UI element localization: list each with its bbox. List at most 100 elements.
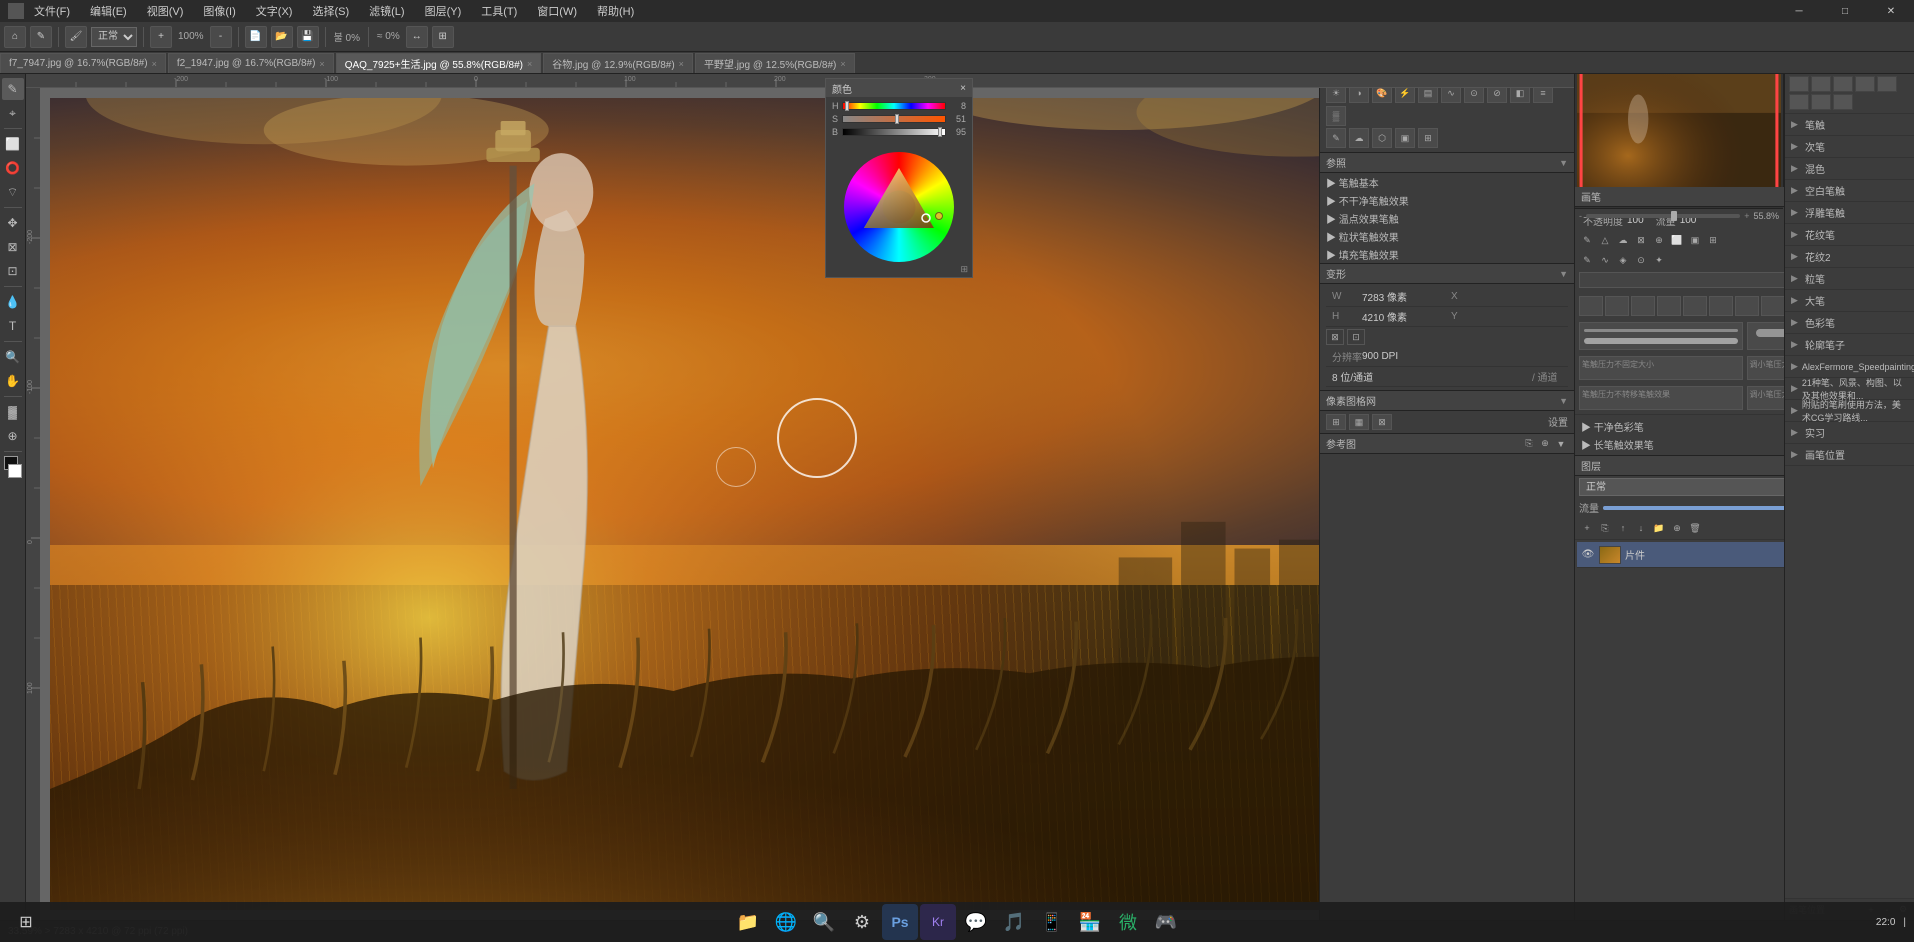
bl-item-空白笔触[interactable]: ▶ 空白笔触	[1785, 180, 1914, 202]
new-button[interactable]: 📄	[245, 26, 267, 48]
mode-select[interactable]: 正常	[91, 27, 137, 47]
brush-action-6[interactable]: ⬜	[1669, 232, 1685, 248]
color-panel-header[interactable]: 颜色 ×	[826, 79, 972, 97]
brightness-track[interactable]	[842, 128, 946, 136]
aspect-lock-2[interactable]: ⊡	[1347, 329, 1365, 345]
bl-preset-5[interactable]	[1877, 76, 1897, 92]
brush-preset-6[interactable]	[1709, 296, 1733, 316]
menu-edit[interactable]: 编辑(E)	[86, 1, 131, 21]
zoom-in-button[interactable]: +	[150, 26, 172, 48]
menu-view[interactable]: 视图(V)	[143, 1, 188, 21]
ref-collapse[interactable]: ▼	[1559, 158, 1568, 168]
layer-eye-0[interactable]: 👁	[1581, 548, 1595, 562]
ref-icon-2[interactable]: ⊕	[1538, 437, 1552, 451]
tool-options-button[interactable]: ✎	[30, 26, 52, 48]
color-panel-expand-btn[interactable]: ⊞	[960, 264, 968, 275]
merge-layer-btn[interactable]: ⊕	[1669, 520, 1685, 536]
pg-btn-2[interactable]: ▦	[1349, 414, 1369, 430]
brush-tool-button[interactable]: 🖌	[65, 26, 87, 48]
adj-tool-10[interactable]: ☁	[1349, 128, 1369, 148]
wrap-button[interactable]: ⊞	[432, 26, 454, 48]
pg-settings[interactable]: 设置	[1548, 414, 1568, 430]
bl-preset-7[interactable]	[1811, 94, 1831, 110]
save-button[interactable]: 💾	[297, 26, 319, 48]
gradient-tool[interactable]: ▓	[2, 401, 24, 423]
tab-2-close[interactable]: ×	[527, 59, 532, 69]
navigator-zoom-slider[interactable]	[1586, 214, 1740, 218]
brush-action-1[interactable]: ✎	[1579, 232, 1595, 248]
brush-preset-1[interactable]	[1579, 296, 1603, 316]
taskbar-files[interactable]: 📁	[730, 904, 766, 940]
saturation-thumb[interactable]	[895, 114, 899, 124]
menu-window[interactable]: 窗口(W)	[533, 1, 581, 21]
pixelgrid-collapse[interactable]: ▼	[1559, 396, 1568, 406]
brush-action-9[interactable]: ✎	[1579, 252, 1595, 268]
brightness-thumb[interactable]	[938, 127, 942, 137]
text-tool[interactable]: T	[2, 315, 24, 337]
brush-preset-7[interactable]	[1735, 296, 1759, 316]
taskbar-show-desktop[interactable]: |	[1903, 917, 1906, 928]
bl-item-色彩笔[interactable]: ▶ 色彩笔	[1785, 312, 1914, 334]
eyedropper-tool[interactable]: 💧	[2, 291, 24, 313]
bl-item-大笔[interactable]: ▶ 大笔	[1785, 290, 1914, 312]
pg-btn-1[interactable]: ⊞	[1326, 414, 1346, 430]
pg-btn-3[interactable]: ⊠	[1372, 414, 1392, 430]
bl-preset-3[interactable]	[1833, 76, 1853, 92]
bl-item-轮廓笔子[interactable]: ▶ 轮廓笔子	[1785, 334, 1914, 356]
zoom-out-button[interactable]: -	[210, 26, 232, 48]
tab-2[interactable]: QAQ_7925+生活.jpg @ 55.8%(RGB/8#) ×	[336, 53, 542, 73]
taskbar-search[interactable]: 🔍	[806, 904, 842, 940]
brush-action-3[interactable]: ☁	[1615, 232, 1631, 248]
start-button[interactable]: ⊞	[8, 904, 44, 940]
pan-tool[interactable]: ✋	[2, 370, 24, 392]
brush-action-12[interactable]: ⊙	[1633, 252, 1649, 268]
bl-item-实习[interactable]: ▶ 实习	[1785, 422, 1914, 444]
brush-preset-4[interactable]	[1657, 296, 1681, 316]
menu-image[interactable]: 图像(I)	[199, 1, 239, 21]
brush-action-8[interactable]: ⊞	[1705, 232, 1721, 248]
tab-0-close[interactable]: ×	[152, 59, 157, 69]
menu-filter[interactable]: 滤镜(L)	[365, 1, 408, 21]
taskbar-photoshop[interactable]: Ps	[882, 904, 918, 940]
add-layer-btn[interactable]: +	[1579, 520, 1595, 536]
brush-large-5[interactable]: 笔触压力不转移笔触效果	[1579, 386, 1743, 410]
brush-action-11[interactable]: ◈	[1615, 252, 1631, 268]
taskbar-phone[interactable]: 📱	[1034, 904, 1070, 940]
tab-0[interactable]: f7_7947.jpg @ 16.7%(RGB/8#) ×	[0, 53, 166, 73]
brush-action-4[interactable]: ⊠	[1633, 232, 1649, 248]
menu-select[interactable]: 选择(S)	[308, 1, 353, 21]
background-color[interactable]	[8, 464, 22, 478]
brush-preset-3[interactable]	[1631, 296, 1655, 316]
bl-preset-8[interactable]	[1833, 94, 1853, 110]
tab-1[interactable]: f2_1947.jpg @ 16.7%(RGB/8#) ×	[168, 53, 334, 73]
taskbar-music[interactable]: 🎵	[996, 904, 1032, 940]
bl-item-画笔位置[interactable]: ▶ 画笔位置	[1785, 444, 1914, 466]
transform-collapse[interactable]: ▼	[1559, 269, 1568, 279]
saturation-track[interactable]	[842, 115, 946, 123]
tab-3-close[interactable]: ×	[679, 59, 684, 69]
menu-tools[interactable]: 工具(T)	[477, 1, 521, 21]
duplicate-layer-btn[interactable]: ⎘	[1597, 520, 1613, 536]
menu-help[interactable]: 帮助(H)	[593, 1, 638, 21]
ref-icon-3[interactable]: ▼	[1554, 437, 1568, 451]
brush-action-13[interactable]: ✦	[1651, 252, 1667, 268]
adj-tool-gradient-map[interactable]: ▒	[1326, 106, 1346, 126]
color-panel-close[interactable]: ×	[960, 83, 966, 94]
bl-preset-2[interactable]	[1811, 76, 1831, 92]
bl-item-浮雕[interactable]: ▶ 浮雕笔触	[1785, 202, 1914, 224]
tab-4-close[interactable]: ×	[840, 59, 845, 69]
adj-tool-13[interactable]: ⊞	[1418, 128, 1438, 148]
adj-tool-12[interactable]: ▣	[1395, 128, 1415, 148]
group-layer-btn[interactable]: 📁	[1651, 520, 1667, 536]
color-swatch-fg-bg[interactable]	[2, 456, 24, 478]
tab-3[interactable]: 谷物.jpg @ 12.9%(RGB/8#) ×	[543, 53, 693, 73]
ref-icon-1[interactable]: ⎘	[1522, 437, 1536, 451]
zoom-tool[interactable]: 🔍	[2, 346, 24, 368]
select-lasso-tool[interactable]: ⌔	[2, 181, 24, 203]
brush-action-5[interactable]: ⊕	[1651, 232, 1667, 248]
smart-patch-tool[interactable]: ⊕	[2, 425, 24, 447]
bl-preset-1[interactable]	[1789, 76, 1809, 92]
open-button[interactable]: 📂	[271, 26, 293, 48]
taskbar-edge[interactable]: 🌐	[768, 904, 804, 940]
move-up-layer-btn[interactable]: ↑	[1615, 520, 1631, 536]
